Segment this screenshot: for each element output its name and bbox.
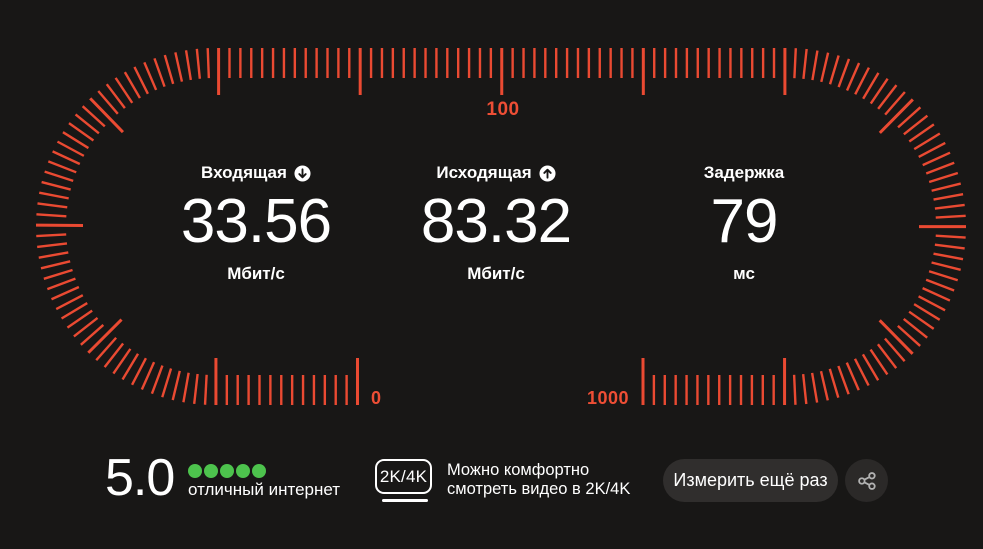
metric-latency-label: Задержка — [703, 163, 785, 182]
rating-dot — [188, 464, 202, 478]
metric-download-label: Входящая — [201, 163, 287, 182]
download-unit: Мбит/с — [227, 264, 285, 283]
rating-dot — [236, 464, 250, 478]
measure-again-label: Измерить ещё раз — [673, 470, 828, 490]
speedtest-panel: 0 100 1000 Входящая 33.56 Мбит/с Исходящ… — [0, 0, 983, 549]
metric-upload: Исходящая 83.32 Мбит/с — [386, 162, 606, 284]
metric-upload-label: Исходящая — [436, 163, 532, 182]
download-arrow-circle-icon — [294, 164, 311, 182]
gauge-scale-middle: 100 — [486, 99, 520, 120]
rating-dot — [204, 464, 218, 478]
upload-value: 83.32 — [420, 187, 572, 256]
rating-dot — [252, 464, 266, 478]
upload-unit: Мбит/с — [467, 264, 525, 283]
tv-2k4k-icon: 2K/4K — [375, 459, 432, 494]
rating-dot — [220, 464, 234, 478]
share-button[interactable] — [845, 459, 888, 502]
upload-arrow-circle-icon — [539, 164, 556, 182]
measure-again-button[interactable]: Измерить ещё раз — [663, 459, 838, 502]
quality-verdict: отличный интернет — [188, 480, 341, 499]
gauge-scale-start: 0 — [371, 388, 382, 408]
quality-rating-dots — [188, 464, 266, 478]
gauge-scale-end: 1000 — [587, 388, 630, 408]
tv-badge-label: 2K/4K — [379, 466, 428, 486]
quality-score: 5.0 — [105, 449, 175, 507]
latency-unit: мс — [733, 264, 755, 283]
share-icon — [856, 470, 878, 492]
tv-stand-line — [382, 499, 428, 502]
quality-description: Можно комфортно смотреть видео в 2K/4K — [447, 461, 631, 498]
metric-latency: Задержка 79 мс — [634, 162, 854, 284]
download-value: 33.56 — [180, 187, 332, 256]
latency-value: 79 — [710, 187, 779, 256]
metric-download: Входящая 33.56 Мбит/с — [146, 162, 366, 284]
